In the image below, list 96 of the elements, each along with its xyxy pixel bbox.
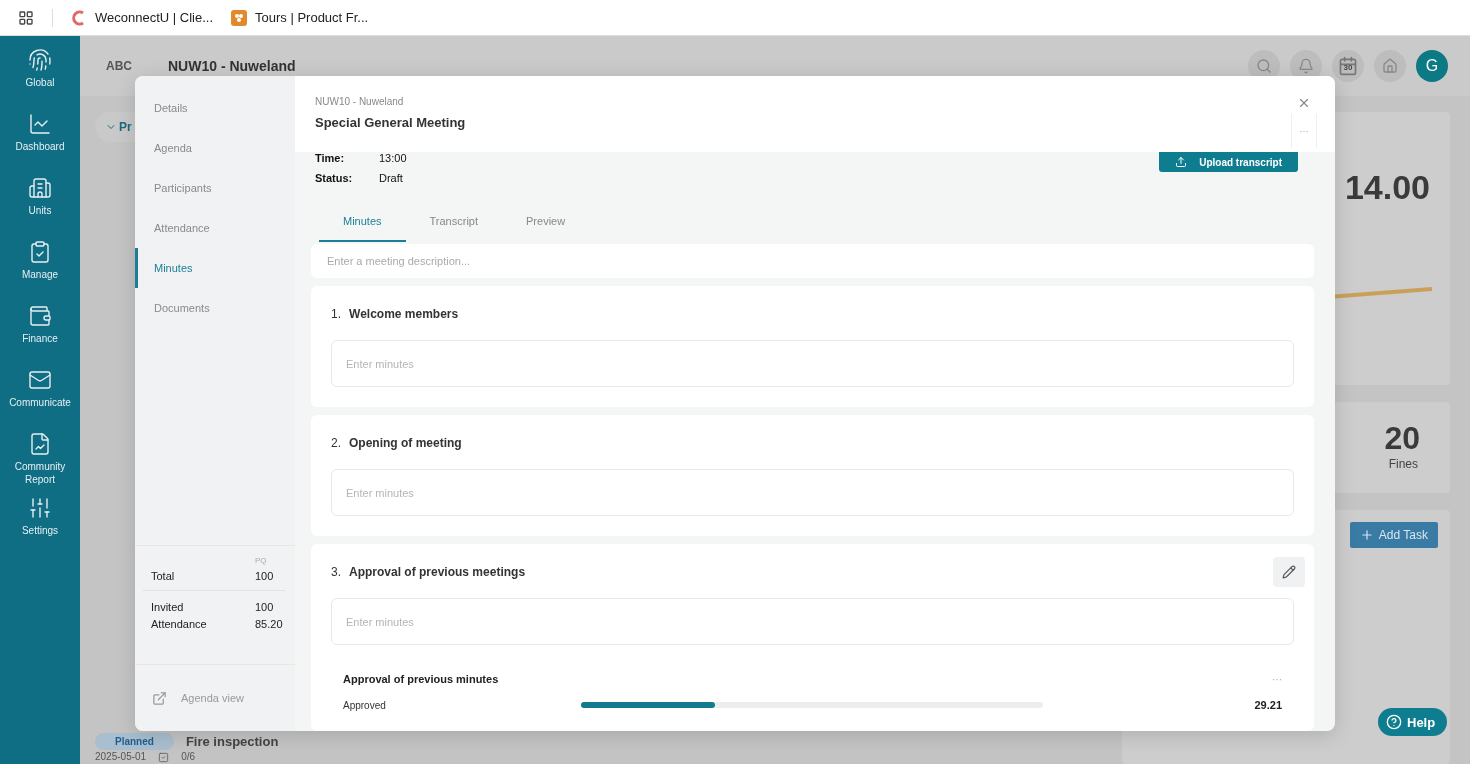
item-number: 2. <box>331 436 341 450</box>
minutes-field[interactable]: Enter minutes <box>331 469 1294 516</box>
sidebar-label: Dashboard <box>15 140 65 153</box>
upload-transcript-button[interactable]: Upload transcript <box>1159 152 1298 172</box>
item-number: 1. <box>331 307 341 321</box>
bookmark-label: Tours | Product Fr... <box>255 10 369 25</box>
task-date: 2025-05-01 <box>95 751 147 763</box>
agenda-view-link[interactable]: Agenda view <box>135 665 295 731</box>
sidebar-item[interactable]: Global <box>0 46 80 110</box>
sidebar-label: Global <box>25 76 55 89</box>
avatar[interactable]: G <box>1416 50 1448 82</box>
pencil-icon <box>1282 565 1296 579</box>
sidebar-label: Communicate <box>9 396 71 409</box>
stat-value: 85.20 <box>255 617 283 632</box>
sidebar-label: Units <box>28 204 52 217</box>
column-header: PQ <box>255 556 268 565</box>
report-icon <box>28 432 52 456</box>
external-link-icon <box>152 690 167 706</box>
stat-value: 100 <box>255 600 274 615</box>
fines-label: Fines <box>1388 457 1418 471</box>
nav-item[interactable]: Documents <box>135 288 295 328</box>
dialog-title: Special General Meeting <box>315 115 467 130</box>
upload-icon <box>1175 156 1188 168</box>
help-button[interactable]: Help <box>1378 708 1448 736</box>
nav-item[interactable]: Participants <box>135 168 295 208</box>
edit-button[interactable] <box>1273 557 1305 587</box>
bell-icon <box>1298 58 1314 74</box>
bookmark[interactable]: Tours | Product Fr... <box>231 9 369 26</box>
stat-label: Attendance <box>151 617 208 632</box>
home-button[interactable] <box>1374 50 1406 82</box>
stat-value: 100 <box>255 569 274 584</box>
home-icon <box>1382 58 1398 74</box>
sidebar-item[interactable]: Dashboard <box>0 110 80 174</box>
sliders-icon <box>28 496 52 520</box>
sidebar-item[interactable]: Units <box>0 174 80 238</box>
mail-icon <box>28 368 52 392</box>
fines-value: 20 <box>1384 420 1420 457</box>
vote-title: Approval of previous minutes <box>343 673 499 685</box>
sidebar-item[interactable]: Finance <box>0 302 80 366</box>
plus-icon <box>1359 528 1374 542</box>
option-label: Approved <box>343 699 387 711</box>
clipboard-check-icon <box>28 240 52 264</box>
nav-item[interactable]: Agenda <box>135 128 295 168</box>
description-field[interactable]: Enter a meeting description... <box>311 244 1314 278</box>
detail-value: Draft <box>379 172 403 184</box>
detail-label: Time: <box>315 152 346 164</box>
calendar-button[interactable]: 30 <box>1332 50 1364 82</box>
item-title: Welcome members <box>349 307 460 321</box>
nav-item[interactable]: Details <box>135 88 295 128</box>
sidebar-item[interactable]: Communicate <box>0 366 80 430</box>
close-button[interactable] <box>1297 96 1311 110</box>
item-title: Approval of previous meetings <box>349 565 527 579</box>
stat-label: Invited <box>151 600 185 615</box>
sidebar-label: Manage <box>21 268 59 281</box>
sidebar-label: Finance <box>22 332 58 345</box>
apps-icon[interactable] <box>18 9 34 26</box>
page-title: NUW10 - Nuweland <box>168 58 297 74</box>
calendar-icon <box>1338 56 1358 76</box>
nav-item[interactable]: Minutes <box>135 248 295 288</box>
sidebar-label: Community Report <box>13 460 67 486</box>
status-badge: Planned <box>95 733 174 750</box>
minutes-field[interactable]: Enter minutes <box>331 340 1294 387</box>
line-chart-icon <box>28 112 52 136</box>
logo: ABC <box>106 59 132 73</box>
stat-value: 14.00 <box>1344 168 1430 207</box>
item-title: Opening of meeting <box>349 436 463 450</box>
dialog-subtitle: NUW10 - Nuweland <box>315 96 405 107</box>
more-button[interactable]: ··· <box>1291 114 1317 148</box>
add-task-button[interactable]: Add Task <box>1349 522 1438 548</box>
more-button[interactable]: ··· <box>1272 673 1282 685</box>
sidebar-item[interactable]: Manage <box>0 238 80 302</box>
bookmark-label: WeconnectU | Clie... <box>95 10 213 25</box>
tab[interactable]: Transcript <box>405 202 503 242</box>
option-value: 29.21 <box>1254 699 1282 711</box>
wallet-icon <box>28 304 52 328</box>
search-icon <box>1256 58 1272 74</box>
tab[interactable]: Minutes <box>319 202 406 242</box>
fingerprint-icon <box>28 48 52 72</box>
bookmark[interactable]: WeconnectU | Clie... <box>71 9 213 26</box>
stat-label: Total <box>151 569 176 584</box>
sidebar-item[interactable]: Community Report <box>0 430 80 494</box>
detail-value: 13:00 <box>379 152 407 164</box>
item-number: 3. <box>331 565 341 579</box>
sidebar-item[interactable]: Settings <box>0 494 80 558</box>
checklist-count: 0/6 <box>181 751 196 763</box>
nav-item[interactable]: Attendance <box>135 208 295 248</box>
detail-label: Status: <box>315 172 354 184</box>
task-title: Fire inspection <box>185 734 279 749</box>
checkbox-icon <box>158 751 170 763</box>
calendar-day: 30 <box>1343 63 1353 72</box>
sidebar-label: Settings <box>21 524 59 537</box>
building-icon <box>28 176 52 200</box>
help-icon <box>1386 714 1402 730</box>
tab[interactable]: Preview <box>502 202 590 242</box>
grapes-logo-icon <box>231 9 247 26</box>
minutes-field[interactable]: Enter minutes <box>331 598 1294 645</box>
